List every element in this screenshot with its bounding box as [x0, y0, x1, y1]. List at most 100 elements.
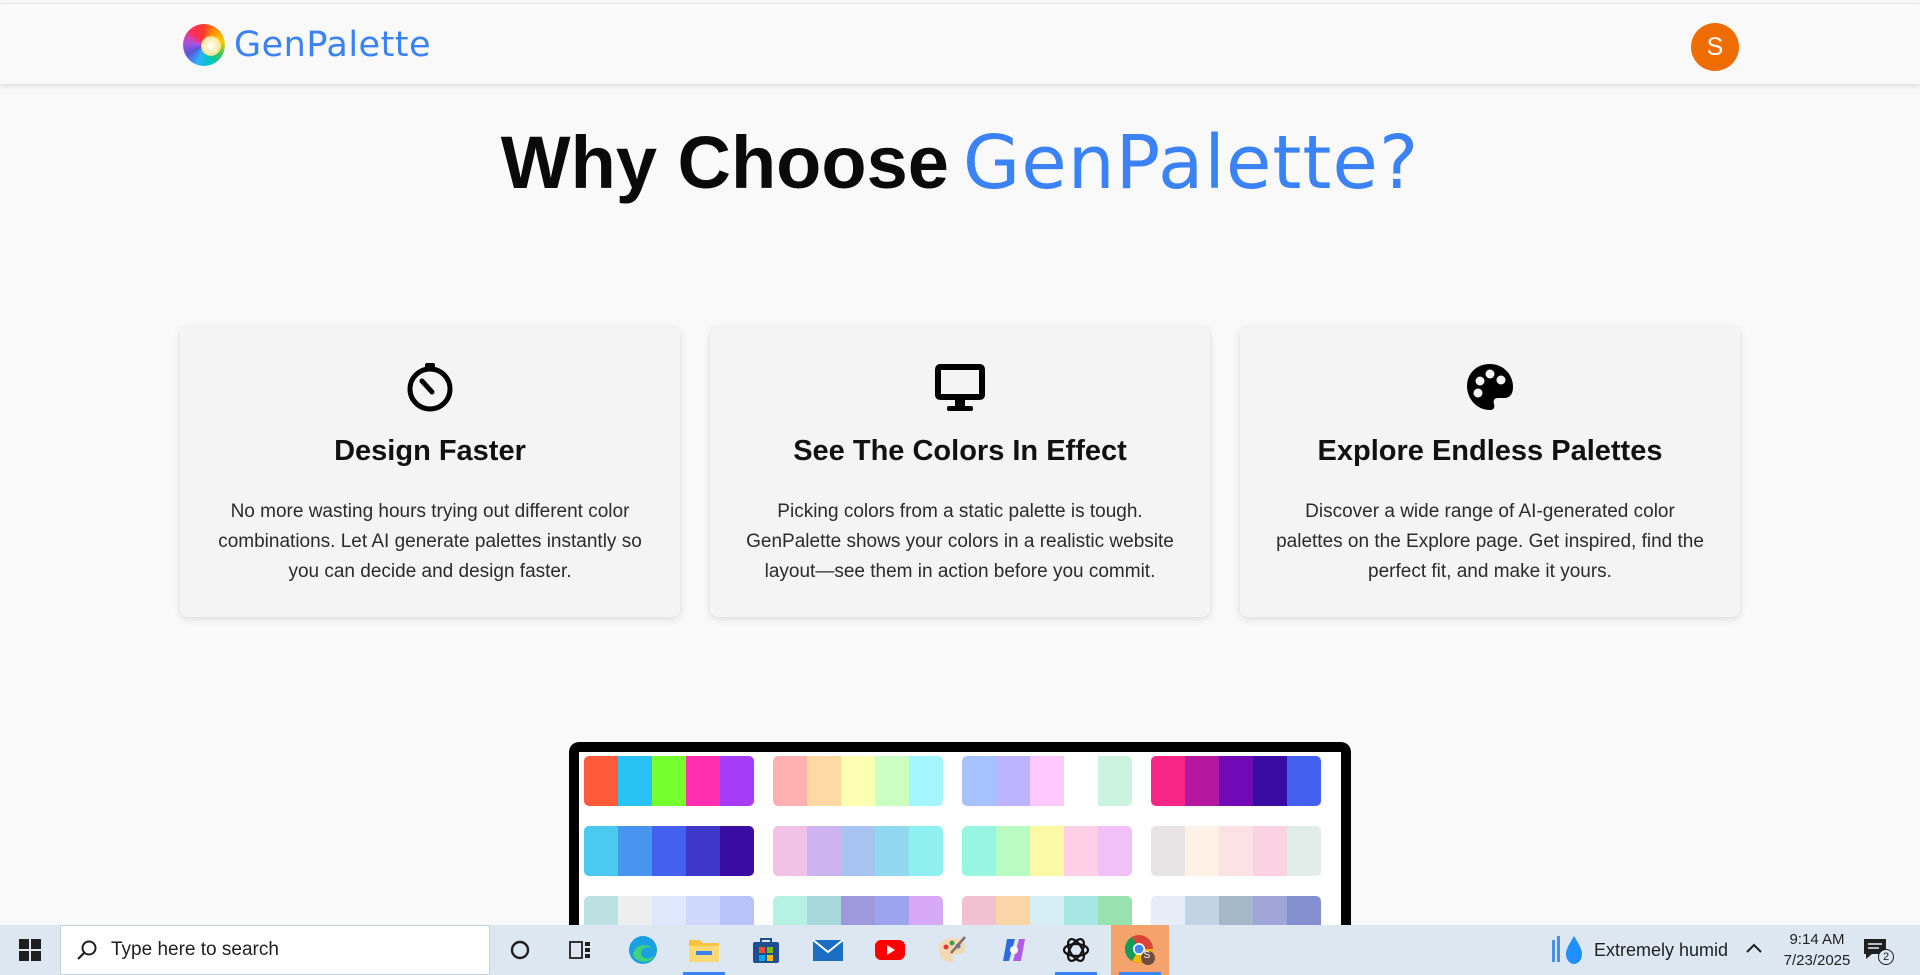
system-clock[interactable]: 9:14 AM 7/23/2025: [1772, 929, 1862, 971]
logo-text: GenPalette: [234, 25, 432, 65]
cortana-button[interactable]: [491, 925, 549, 975]
taskbar-search[interactable]: Type here to search: [60, 925, 490, 975]
feature-card-explore-palettes: Explore Endless Palettes Discover a wide…: [1240, 327, 1740, 617]
palette-swatch[interactable]: [584, 826, 754, 876]
palette-color: [652, 756, 686, 806]
palette-color: [1064, 756, 1098, 806]
mail-icon: [812, 939, 844, 961]
title-brand: GenPalette?: [962, 120, 1420, 206]
palette-color: [720, 756, 754, 806]
palette-color: [1219, 756, 1253, 806]
palette-color: [1253, 826, 1287, 876]
palette-color: [584, 826, 618, 876]
weather-text: Extremely humid: [1594, 939, 1729, 960]
timer-icon: [180, 361, 680, 417]
palette-color: [1287, 756, 1321, 806]
cortana-icon: [510, 940, 530, 960]
windows-icon: [19, 939, 41, 961]
palette-color: [996, 826, 1030, 876]
palette-color: [618, 756, 652, 806]
feature-description: Picking colors from a static palette is …: [746, 501, 1174, 582]
palette-swatch[interactable]: [1151, 756, 1321, 806]
windows-start-button[interactable]: [0, 925, 60, 975]
palette-swatch[interactable]: [773, 756, 943, 806]
palette-swatch[interactable]: [773, 826, 943, 876]
paint-button[interactable]: [923, 925, 981, 975]
palette-color: [807, 756, 841, 806]
logo-icon: [183, 24, 225, 66]
copilot-button[interactable]: [985, 925, 1043, 975]
palette-color: [1151, 756, 1185, 806]
store-button[interactable]: [737, 925, 795, 975]
palette-color: [1219, 826, 1253, 876]
chevron-up-icon[interactable]: [1742, 937, 1766, 961]
palette-color: [807, 826, 841, 876]
page-title: Why Choose GenPalette?: [0, 118, 1920, 208]
monitor-icon: [710, 361, 1210, 417]
feature-description: Discover a wide range of AI-generated co…: [1276, 501, 1704, 582]
palette-color: [841, 826, 875, 876]
notification-count: 2: [1878, 949, 1894, 965]
feature-description: No more wasting hours trying out differe…: [218, 501, 642, 582]
palette-icon: [1240, 361, 1740, 417]
clock-time: 9:14 AM: [1789, 931, 1845, 948]
palette-color: [1287, 826, 1321, 876]
edge-button[interactable]: [614, 925, 672, 975]
feature-card-design-faster: Design Faster No more wasting hours tryi…: [180, 327, 680, 617]
palette-color: [584, 756, 618, 806]
palette-color: [996, 756, 1030, 806]
clock-date: 7/23/2025: [1783, 952, 1851, 969]
feature-title: Explore Endless Palettes: [1317, 435, 1663, 467]
palette-color: [1030, 756, 1064, 806]
chrome-button[interactable]: S: [1111, 925, 1169, 975]
file-explorer-button[interactable]: [675, 925, 733, 975]
palette-swatch[interactable]: [1151, 826, 1321, 876]
palette-color: [962, 756, 996, 806]
chatgpt-icon: [1062, 938, 1090, 962]
palette-color: [720, 826, 754, 876]
palette-color: [841, 756, 875, 806]
palette-swatch[interactable]: [962, 826, 1132, 876]
palette-color: [618, 826, 652, 876]
mail-button[interactable]: [799, 925, 857, 975]
palette-color: [686, 756, 720, 806]
palette-color: [1151, 826, 1185, 876]
palette-color: [686, 826, 720, 876]
taskbar: Type here to search S Extremely humid 9:…: [0, 925, 1920, 975]
copilot-icon: [1003, 939, 1025, 961]
youtube-icon: [875, 940, 905, 960]
edge-icon: [629, 936, 657, 964]
palette-color: [652, 826, 686, 876]
feature-card-see-colors: See The Colors In Effect Picking colors …: [710, 327, 1210, 617]
app-header: GenPalette S: [0, 3, 1920, 84]
store-icon: [753, 938, 779, 963]
youtube-button[interactable]: [861, 925, 919, 975]
palette-color: [1253, 756, 1287, 806]
paint-icon: [939, 936, 966, 962]
palette-color: [1030, 826, 1064, 876]
palette-color: [773, 756, 807, 806]
palette-color: [1064, 826, 1098, 876]
feature-title: Design Faster: [334, 435, 526, 467]
search-placeholder: Type here to search: [111, 939, 279, 960]
palette-color: [1185, 826, 1219, 876]
weather-widget[interactable]: Extremely humid: [1550, 925, 1728, 975]
palette-swatch[interactable]: [584, 756, 754, 806]
humidity-icon: [1552, 936, 1582, 964]
notification-center[interactable]: 2: [1862, 937, 1894, 965]
task-view-button[interactable]: [551, 925, 609, 975]
palette-swatch[interactable]: [962, 756, 1132, 806]
search-icon: [77, 940, 97, 960]
palette-color: [909, 826, 943, 876]
palette-color: [875, 826, 909, 876]
user-avatar[interactable]: S: [1691, 23, 1739, 71]
palette-color: [962, 826, 996, 876]
feature-title: See The Colors In Effect: [793, 435, 1127, 467]
chrome-profile-badge: S: [1143, 950, 1151, 961]
folder-icon: [689, 940, 719, 962]
palette-color: [1098, 826, 1132, 876]
palette-color: [909, 756, 943, 806]
logo[interactable]: GenPalette: [183, 24, 431, 66]
chatgpt-button[interactable]: [1047, 925, 1105, 975]
palette-color: [1098, 756, 1132, 806]
